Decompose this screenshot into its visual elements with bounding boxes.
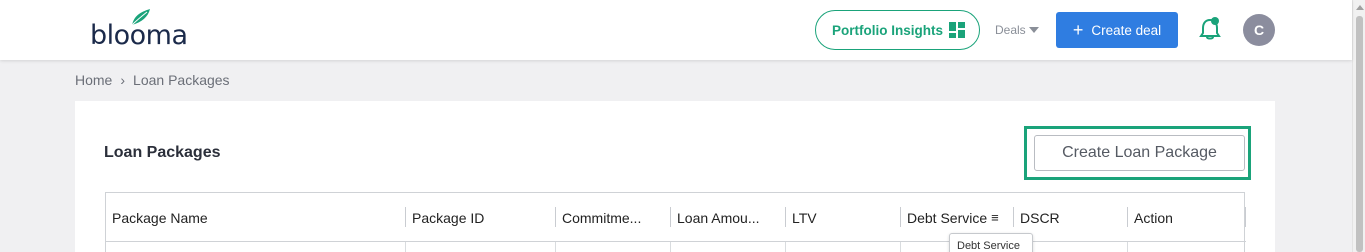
- create-loan-package-button[interactable]: Create Loan Package: [1034, 135, 1245, 171]
- column-label: LTV: [792, 209, 817, 226]
- column-header-action[interactable]: Action: [1128, 193, 1246, 242]
- column-header-loan-amount[interactable]: Loan Amou...: [671, 193, 786, 242]
- loan-packages-table: Package Name Package ID Commitme... Loan…: [105, 192, 1246, 252]
- table-cell: [556, 242, 671, 252]
- column-header-commitment[interactable]: Commitme...: [556, 193, 671, 242]
- column-resizer[interactable]: [1245, 207, 1246, 227]
- table-header-row: Package Name Package ID Commitme... Loan…: [106, 193, 1246, 242]
- table-cell: [786, 242, 901, 252]
- table-cell: [671, 242, 786, 252]
- column-menu-icon[interactable]: ≡: [991, 210, 999, 225]
- chevron-right-icon: ›: [120, 72, 126, 88]
- column-label: Package ID: [412, 209, 485, 226]
- column-header-package-id[interactable]: Package ID: [406, 193, 556, 242]
- table-cell: [406, 242, 556, 252]
- loan-packages-card: Loan Packages Create Loan Package Packag…: [75, 101, 1275, 252]
- scroll-up-icon[interactable]: [1356, 5, 1364, 10]
- scrollbar-thumb[interactable]: [1356, 16, 1363, 252]
- create-deal-button[interactable]: + Create deal: [1056, 12, 1178, 48]
- blooma-logo[interactable]: blooma: [90, 8, 200, 54]
- table-cell: [106, 242, 406, 252]
- portfolio-insights-button[interactable]: Portfolio Insights: [815, 10, 980, 50]
- chevron-down-icon: [1028, 27, 1039, 33]
- bell-icon[interactable]: [1199, 17, 1221, 41]
- deals-dropdown[interactable]: Deals: [995, 23, 1039, 37]
- top-navigation-bar: blooma Portfolio Insights Deals + Create…: [0, 0, 1352, 60]
- column-label: Action: [1134, 209, 1173, 226]
- page-scrollbar[interactable]: [1352, 0, 1365, 252]
- breadcrumb-current: Loan Packages: [133, 72, 230, 88]
- breadcrumb: Home › Loan Packages: [75, 72, 230, 88]
- portfolio-insights-label: Portfolio Insights: [832, 22, 943, 38]
- table-cell: [1128, 242, 1246, 252]
- column-label: Debt Service: [907, 209, 988, 226]
- logo-text: blooma: [90, 20, 188, 51]
- user-avatar[interactable]: C: [1243, 14, 1275, 46]
- table-row[interactable]: [106, 242, 1246, 252]
- plus-icon: +: [1072, 20, 1084, 40]
- column-tooltip: Debt Service: [949, 233, 1033, 252]
- column-label: Loan Amou...: [677, 209, 760, 226]
- create-deal-label: Create deal: [1091, 22, 1162, 38]
- breadcrumb-home[interactable]: Home: [75, 72, 112, 88]
- column-label: DSCR: [1020, 209, 1060, 226]
- column-header-package-name[interactable]: Package Name: [106, 193, 406, 242]
- grid-icon: [949, 22, 965, 38]
- column-label: Commitme...: [562, 209, 642, 226]
- column-label: Package Name: [112, 209, 208, 226]
- deals-label: Deals: [995, 23, 1026, 37]
- column-header-ltv[interactable]: LTV: [786, 193, 901, 242]
- page-title: Loan Packages: [104, 144, 221, 161]
